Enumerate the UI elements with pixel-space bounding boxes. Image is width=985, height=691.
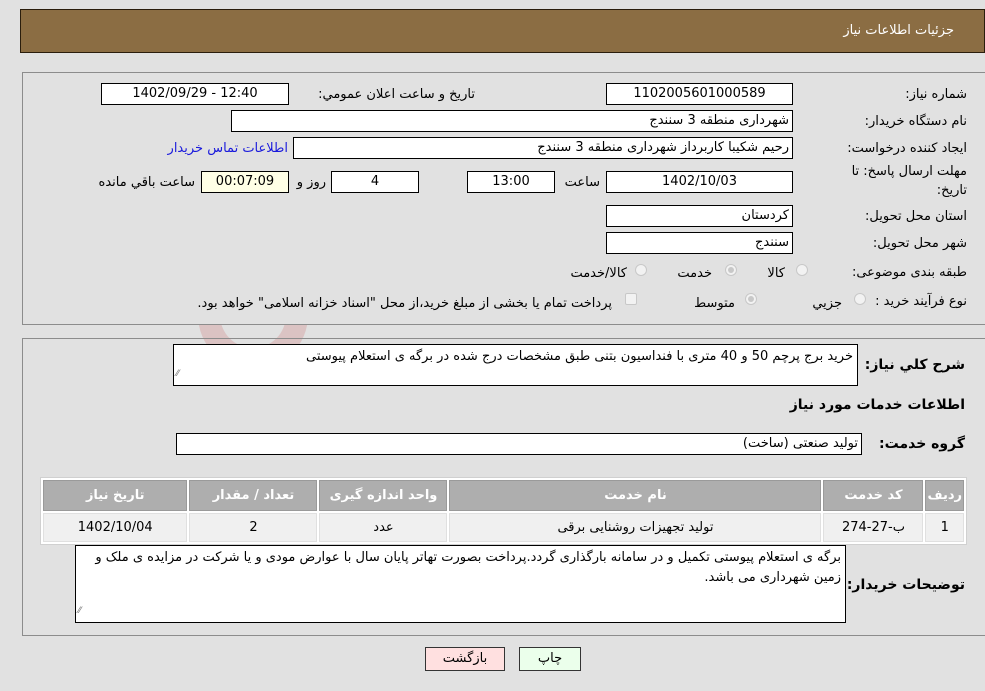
cell-service-code: ب-27-274 [823, 513, 924, 542]
page-title: جزئیات اطلاعات نیاز [843, 23, 954, 38]
announce-datetime-field: 1402/09/29 - 12:40 [101, 83, 289, 105]
services-heading: اطلاعات خدمات مورد نياز [789, 397, 965, 413]
service-group-field: تولید صنعتی (ساخت) [176, 433, 862, 455]
buyer-notes-text: برگه ی استعلام پیوستی تکمیل و در سامانه … [95, 550, 841, 585]
buyer-notes-label: توضيحات خريدار: [846, 577, 965, 593]
purchase-option-minor: جزيي [812, 296, 842, 311]
announce-datetime-label: تاریخ و ساعت اعلان عمومي: [318, 87, 475, 102]
treasury-note: پرداخت تمام یا بخشی از مبلغ خرید،از محل … [197, 296, 612, 311]
need-number-field: 1102005601000589 [606, 83, 793, 105]
purchase-option-medium: متوسط [694, 296, 735, 311]
buyer-contact-link[interactable]: اطلاعات تماس خريدار [168, 141, 288, 156]
province-label: استان محل تحویل: [865, 209, 967, 224]
cell-quantity: 2 [189, 513, 318, 542]
col-header-service-code: کد خدمت [823, 480, 924, 511]
buyer-notes-textarea[interactable]: برگه ی استعلام پیوستی تکمیل و در سامانه … [75, 545, 846, 623]
category-radio-service[interactable] [725, 264, 737, 276]
col-header-need-date: تاريخ نياز [43, 480, 188, 511]
purchase-radio-medium[interactable] [745, 293, 757, 305]
description-text: خرید برج پرچم 50 و 40 متری با فنداسیون ب… [306, 349, 853, 364]
table-header-row: رديف کد خدمت نام خدمت واحد اندازه گيری ت… [43, 480, 964, 511]
deadline-label-line1: مهلت ارسال پاسخ: تا [851, 164, 967, 179]
services-table: رديف کد خدمت نام خدمت واحد اندازه گيری ت… [40, 477, 967, 545]
cell-unit: عدد [319, 513, 448, 542]
resize-grip-icon[interactable]: ⁄⁄ [176, 364, 179, 384]
print-button[interactable]: چاپ [519, 647, 581, 671]
deadline-label-line2: تاریخ: [936, 183, 967, 198]
table-row: 1 ب-27-274 تولید تجهیزات روشنایی برقی عد… [43, 513, 964, 542]
back-button[interactable]: بازگشت [425, 647, 505, 671]
purchase-type-label: نوع فرآیند خرید : [875, 294, 967, 309]
deadline-time-label: ساعت [564, 175, 600, 190]
treasury-checkbox[interactable] [625, 293, 637, 305]
cell-service-name: تولید تجهیزات روشنایی برقی [449, 513, 822, 542]
deadline-date-field: 1402/10/03 [606, 171, 793, 193]
buyer-org-label: نام دستگاه خريدار: [864, 114, 967, 129]
days-label: روز و [296, 175, 326, 190]
page-header: جزئیات اطلاعات نیاز [20, 9, 985, 53]
time-remaining-label: ساعت باقي مانده [98, 175, 195, 190]
col-header-row-number: رديف [925, 480, 964, 511]
col-header-quantity: تعداد / مقدار [189, 480, 318, 511]
category-radio-goods-service[interactable] [635, 264, 647, 276]
service-group-label: گروه خدمت: [879, 436, 965, 452]
purchase-radio-minor[interactable] [854, 293, 866, 305]
requester-label: ایجاد کننده درخواست: [847, 141, 967, 156]
buyer-org-field: شهرداری منطقه 3 سنندج [231, 110, 793, 132]
resize-grip-icon[interactable]: ⁄⁄ [78, 601, 81, 621]
cell-row-number: 1 [925, 513, 964, 542]
category-option-goods: کالا [767, 266, 785, 281]
description-textarea[interactable]: خرید برج پرچم 50 و 40 متری با فنداسیون ب… [173, 344, 858, 386]
city-label: شهر محل تحویل: [872, 236, 967, 251]
col-header-unit: واحد اندازه گيری [319, 480, 448, 511]
deadline-time-field: 13:00 [467, 171, 555, 193]
category-radio-goods[interactable] [796, 264, 808, 276]
category-label: طبقه بندی موضوعی: [851, 265, 967, 280]
province-field: کردستان [606, 205, 793, 227]
time-remaining-field: 00:07:09 [201, 171, 289, 193]
requester-field: رحیم شکیبا کاربرداز شهرداری منطقه 3 سنند… [293, 137, 793, 159]
col-header-service-name: نام خدمت [449, 480, 822, 511]
description-label: شرح کلي نياز: [864, 357, 965, 373]
category-option-service: خدمت [677, 266, 712, 281]
need-number-label: شماره نیاز: [905, 87, 967, 102]
city-field: سنندج [606, 232, 793, 254]
category-option-goods-service: کالا/خدمت [570, 266, 627, 281]
cell-need-date: 1402/10/04 [43, 513, 188, 542]
days-remaining-field: 4 [331, 171, 419, 193]
